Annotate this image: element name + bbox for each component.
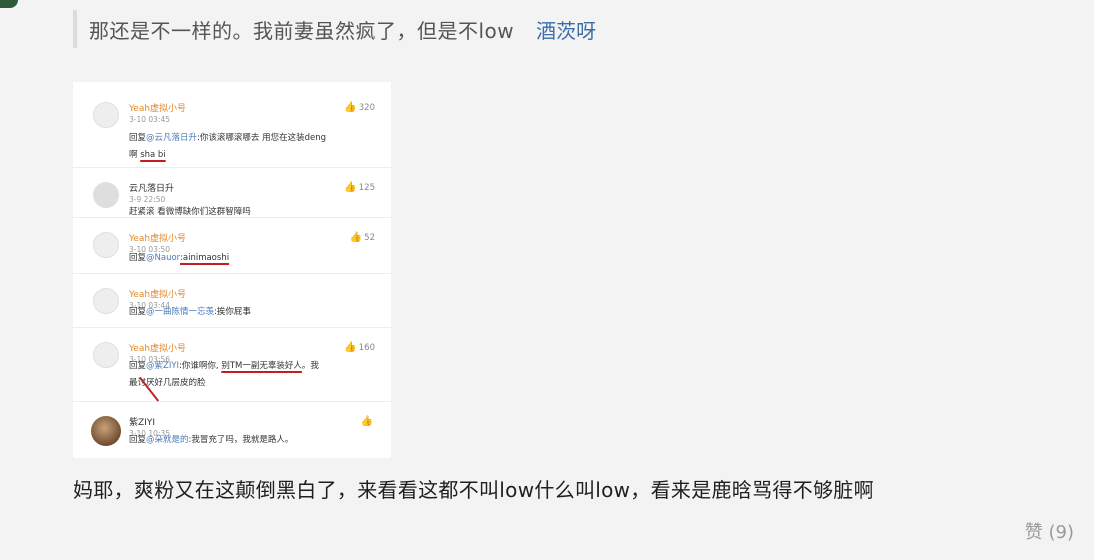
thumbs-up-icon: 👍 [349,232,363,243]
weibo-comment: Yeah虚拟小号 3-10 03:44 回复@一曲陈情一忘羡:挨你屁事 [73,274,391,328]
mention: @紫ZIYI [146,361,180,371]
commenter-name: Yeah虚拟小号 [129,234,187,244]
weibo-comment: 紫ZIYI 👍 3-10 10:35 回复@朵就是的:我冒充了吗，我就是路人。 [73,402,391,458]
weibo-comment: Yeah虚拟小号 👍 320 3-10 03:45 回复@云凡落日升:你该滚哪滚哪… [73,88,391,168]
comment-text: 回复@Nauor:ainimaoshi [129,253,230,263]
comment-text: 回复@云凡落日升:你该滚哪滚哪去 用您在这装deng 啊 sha bi [129,133,327,160]
like-button[interactable]: 赞 (9) [1025,518,1074,544]
mention: @一曲陈情一忘羡 [146,307,215,317]
comment-text: 回复@紫ZIYI:你谁啊你, 别TM一副无辜装好人。我 最讨厌好几层皮的脸 [129,361,319,388]
comment-time: 3-10 03:45 [129,115,171,124]
comment-text: 回复@朵就是的:我冒充了吗，我就是路人。 [129,435,294,445]
underlined-text: 别TM一副无辜装好人 [221,361,302,371]
quote-author-link[interactable]: 酒茨呀 [536,15,596,44]
weibo-comment: Yeah虚拟小号 👍 52 3-10 03:50 回复@Nauor:ainimao… [73,218,391,274]
underlined-text: sha bi [140,150,166,160]
commenter-avatar [93,232,119,258]
mention: @朵就是的 [146,435,189,445]
comment-text: 回复@一曲陈情一忘羡:挨你屁事 [129,307,251,317]
comment-like-count: 👍 160 [344,342,375,353]
quoted-comment: 那还是不一样的。我前妻虽然疯了，但是不low 酒茨呀 [73,10,596,48]
quote-text: 那还是不一样的。我前妻虽然疯了，但是不low [89,18,515,43]
thumbs-up-icon: 👍 [344,342,357,353]
commenter-avatar [93,288,119,314]
thumbs-up-icon: 👍 [344,102,357,113]
underlined-text: :ainimaoshi [180,253,230,263]
commenter-avatar [93,102,119,128]
answer-body-text: 妈耶，爽粉又在这颠倒黑白了，来看看这都不叫low什么叫low，看来是鹿晗骂得不够… [73,478,874,502]
commenter-name: Yeah虚拟小号 [129,290,187,300]
weibo-comment: 云凡落日升 👍 125 3-9 22:50 赶紧滚 看微博缺你们这群智障吗 [73,168,391,218]
commenter-avatar [91,416,121,446]
commenter-name: 云凡落日升 [129,184,175,194]
commenter-name: Yeah虚拟小号 [129,344,187,354]
embedded-screenshot[interactable]: Yeah虚拟小号 👍 320 3-10 03:45 回复@云凡落日升:你该滚哪滚哪… [73,82,391,458]
user-avatar[interactable] [0,0,18,8]
comment-time: 3-9 22:50 [129,195,166,204]
commenter-avatar [93,182,119,208]
commenter-name: Yeah虚拟小号 [129,104,187,114]
thumbs-up-icon: 👍 [360,416,373,427]
mention: @云凡落日升 [146,133,198,143]
comment-like-count: 👍 320 [344,102,375,113]
comment-like-count: 👍 52 [349,232,375,243]
mention: @Nauor [146,253,181,263]
comment-like-count: 👍 125 [344,182,375,193]
comment-like-count: 👍 [361,416,375,427]
commenter-avatar [93,342,119,368]
thumbs-up-icon: 👍 [344,182,357,193]
answer-card: 那还是不一样的。我前妻虽然疯了，但是不low 酒茨呀 Yeah虚拟小号 👍 320… [0,0,1094,560]
weibo-comment: Yeah虚拟小号 👍 160 3-10 03:56 回复@紫ZIYI:你谁啊你, … [73,328,391,402]
commenter-name: 紫ZIYI [129,418,155,428]
